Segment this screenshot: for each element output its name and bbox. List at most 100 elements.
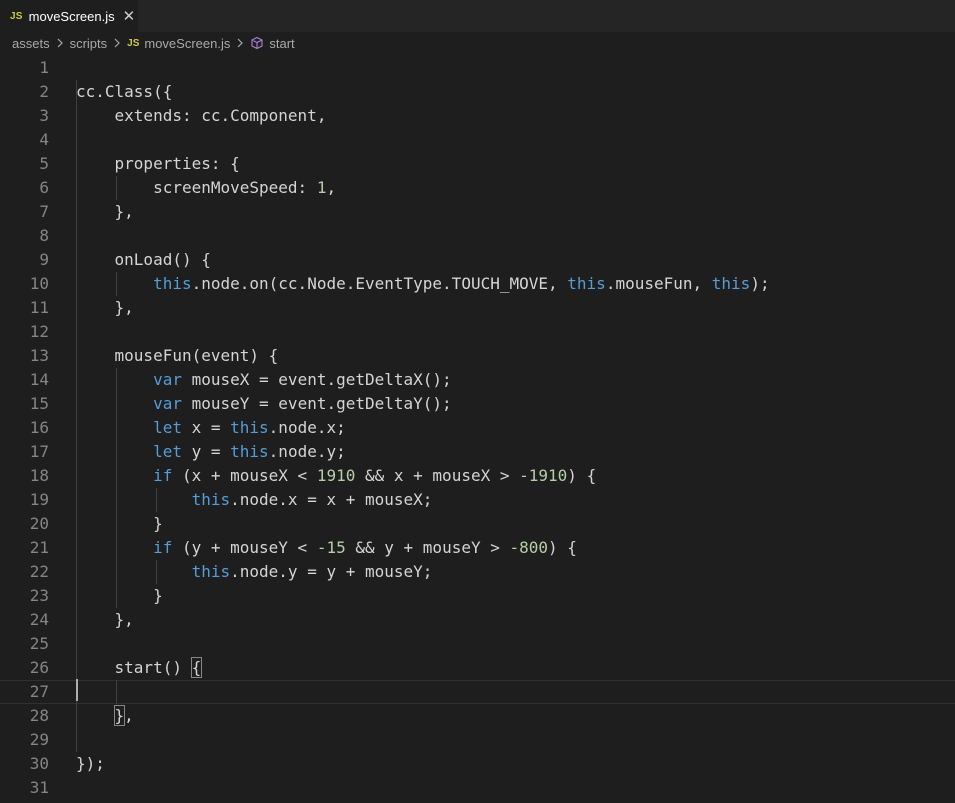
line-number: 14 xyxy=(29,370,49,389)
code-number: -1910 xyxy=(519,466,568,485)
line-number: 31 xyxy=(29,778,49,797)
code-line[interactable]: 23 } xyxy=(0,584,955,608)
tab-movescreen-js[interactable]: JS moveScreen.js ✕ xyxy=(0,0,138,32)
code-line[interactable]: 20 } xyxy=(0,512,955,536)
code-keyword: if xyxy=(153,538,173,557)
line-number: 29 xyxy=(29,730,49,749)
code-token: mouseY = event.getDeltaY(); xyxy=(181,394,452,413)
breadcrumb-item-start[interactable]: start xyxy=(269,36,294,51)
line-number: 1 xyxy=(39,58,49,77)
tab-title: moveScreen.js xyxy=(28,8,115,24)
code-line[interactable]: 8 xyxy=(0,224,955,248)
code-token: , xyxy=(326,178,337,197)
code-token: screenMoveSpeed: xyxy=(76,178,317,197)
code-keyword: this xyxy=(567,274,606,293)
code-line[interactable]: 17 let y = this.node.y; xyxy=(0,440,955,464)
code-line[interactable]: 3 extends: cc.Component, xyxy=(0,104,955,128)
code-line[interactable]: 10 this.node.on(cc.Node.EventType.TOUCH_… xyxy=(0,272,955,296)
line-number: 26 xyxy=(29,658,49,677)
code-number: 1910 xyxy=(316,466,356,485)
code-line[interactable]: 22 this.node.y = y + mouseY; xyxy=(0,560,955,584)
code-line[interactable]: 15 var mouseY = event.getDeltaY(); xyxy=(0,392,955,416)
code-token: .node.x; xyxy=(268,418,346,437)
code-token: } xyxy=(76,514,163,533)
breadcrumb-item-scripts[interactable]: scripts xyxy=(70,36,108,51)
breadcrumb: assets scripts JS moveScreen.js start xyxy=(0,32,955,54)
code-token: }); xyxy=(76,754,105,773)
code-token: ); xyxy=(750,274,770,293)
indent-guide xyxy=(156,488,157,512)
breadcrumb-item-assets[interactable]: assets xyxy=(12,36,50,51)
line-number: 20 xyxy=(29,514,49,533)
code-token: .node.y; xyxy=(268,442,346,461)
code-line[interactable]: 19 this.node.x = x + mouseX; xyxy=(0,488,955,512)
code-keyword: this xyxy=(191,490,231,509)
chevron-right-icon xyxy=(237,38,244,48)
text-cursor xyxy=(76,679,78,701)
line-number: 7 xyxy=(39,202,49,221)
code-line[interactable]: 29 xyxy=(0,728,955,752)
cube-icon xyxy=(251,36,263,50)
code-line[interactable]: 30}); xyxy=(0,752,955,776)
code-token: (x + mouseX < xyxy=(172,466,317,485)
close-icon[interactable]: ✕ xyxy=(123,8,136,24)
code-line[interactable]: 7 }, xyxy=(0,200,955,224)
code-line[interactable]: 18 if (x + mouseX < 1910 && x + mouseX >… xyxy=(0,464,955,488)
code-token: properties: { xyxy=(76,154,240,173)
code-line[interactable]: 2 cc.Class({ xyxy=(0,80,955,104)
code-text: properties: { xyxy=(76,152,240,176)
code-text: extends: cc.Component, xyxy=(76,104,327,128)
breadcrumb-item-file[interactable]: moveScreen.js xyxy=(144,36,230,51)
code-token: mouseFun(event) { xyxy=(76,346,279,365)
line-number: 19 xyxy=(29,490,49,509)
code-token: }, xyxy=(76,298,134,317)
line-number: 11 xyxy=(29,298,49,317)
indent-guide xyxy=(116,680,117,704)
line-number: 8 xyxy=(39,226,49,245)
code-token: , xyxy=(124,706,134,725)
code-line[interactable]: 25 xyxy=(0,632,955,656)
code-keyword: this xyxy=(711,274,751,293)
code-line[interactable]: 27 xyxy=(0,680,955,704)
code-text: mouseFun(event) { xyxy=(76,344,279,368)
code-token: }, xyxy=(76,202,134,221)
code-text: cc.Class({ xyxy=(76,80,172,104)
code-line[interactable]: 4 xyxy=(0,128,955,152)
code-line[interactable]: 21 if (y + mouseY < -15 && y + mouseY > … xyxy=(0,536,955,560)
line-number: 5 xyxy=(39,154,49,173)
code-line[interactable]: 11 }, xyxy=(0,296,955,320)
code-line[interactable]: 24 }, xyxy=(0,608,955,632)
code-token: start() xyxy=(76,658,192,677)
line-number: 24 xyxy=(29,610,49,629)
code-number: -15 xyxy=(316,538,346,557)
code-line[interactable]: 16 let x = this.node.x; xyxy=(0,416,955,440)
code-keyword: this xyxy=(230,418,269,437)
line-number: 3 xyxy=(39,106,49,125)
line-number: 12 xyxy=(29,322,49,341)
code-token: .mouseFun, xyxy=(605,274,712,293)
code-text: if (y + mouseY < -15 && y + mouseY > -80… xyxy=(76,536,577,560)
code-line[interactable]: 31 xyxy=(0,776,955,800)
line-number: 27 xyxy=(29,682,49,701)
code-keyword: var xyxy=(153,370,182,389)
code-line[interactable]: 6 screenMoveSpeed: 1, xyxy=(0,176,955,200)
code-line[interactable]: 26 start() { xyxy=(0,656,955,680)
line-number: 2 xyxy=(39,82,49,101)
code-line[interactable]: 9 onLoad() { xyxy=(0,248,955,272)
code-keyword: if xyxy=(153,466,173,485)
code-text: } xyxy=(76,512,163,536)
code-line[interactable]: 28 }, xyxy=(0,704,955,728)
code-line[interactable]: 1 xyxy=(0,56,955,80)
code-line[interactable]: 13 mouseFun(event) { xyxy=(0,344,955,368)
code-line[interactable]: 14 var mouseX = event.getDeltaX(); xyxy=(0,368,955,392)
code-text: }, xyxy=(76,704,134,728)
line-number: 25 xyxy=(29,634,49,653)
code-editor[interactable]: 31 30}); 29 28 }, 27 26 start() {25 24 }, 23 } 2… xyxy=(0,54,955,803)
code-line[interactable]: 12 xyxy=(0,320,955,344)
code-token: { xyxy=(190,657,203,678)
code-line[interactable]: 5 properties: { xyxy=(0,152,955,176)
